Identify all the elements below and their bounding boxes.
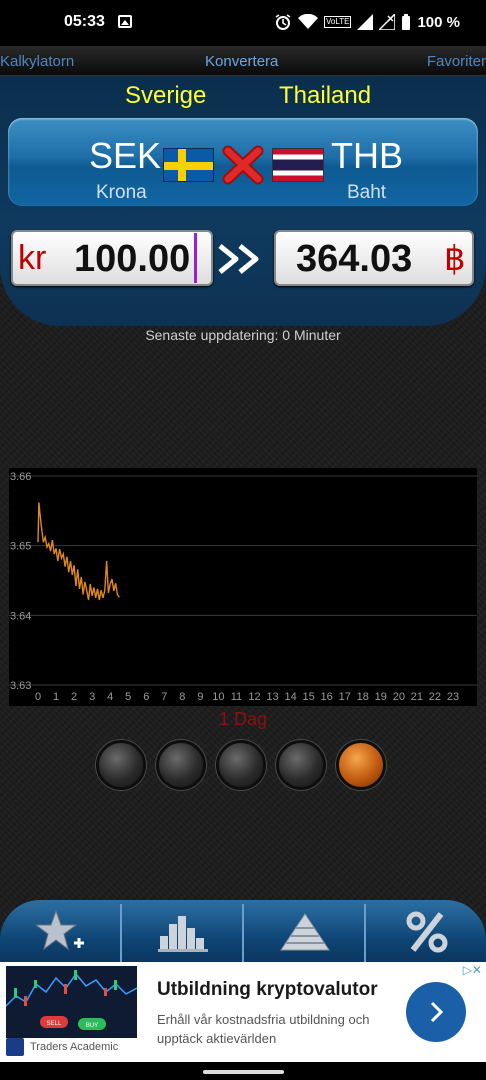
- ad-open-button[interactable]: [406, 982, 466, 1042]
- to-currency-symbol: ฿: [444, 240, 466, 278]
- period-button-5[interactable]: [336, 740, 386, 790]
- to-currency-name: Baht: [347, 182, 387, 203]
- x-tick-label: 7: [161, 691, 167, 703]
- rate-chart[interactable]: 3.66 3.65 3.64 3.63 0 1 2 3 4 5 6 7 8 9 10 11 12 13 14 15 16…: [9, 468, 477, 706]
- from-currency-symbol: kr: [18, 239, 47, 277]
- result-value: 364.03: [296, 238, 413, 280]
- sweden-flag-icon[interactable]: [163, 148, 214, 182]
- x-tick-label: 22: [429, 691, 441, 703]
- ad-choices-icon[interactable]: ▷✕: [463, 963, 482, 977]
- period-button-4[interactable]: [276, 740, 326, 790]
- to-country[interactable]: Thailand: [279, 82, 371, 110]
- system-nav-bar: [0, 1062, 486, 1080]
- y-tick-label: 3.65: [10, 541, 31, 553]
- gallery-notification-icon: [118, 15, 132, 28]
- thailand-flag-icon[interactable]: [272, 148, 324, 182]
- text-cursor: [194, 233, 197, 283]
- x-tick-label: 10: [212, 691, 224, 703]
- add-favorite-button[interactable]: [0, 900, 121, 964]
- x-tick-label: 16: [321, 691, 333, 703]
- y-tick-label: 3.66: [10, 471, 31, 483]
- x-tick-label: 4: [107, 691, 113, 703]
- chevron-right-icon: [430, 1001, 444, 1023]
- bar-chart-icon: [157, 916, 208, 952]
- x-tick-label: 6: [143, 691, 149, 703]
- from-currency-code[interactable]: SEK: [89, 135, 161, 177]
- x-tick-label: 0: [35, 691, 41, 703]
- x-tick-label: 14: [284, 691, 296, 703]
- x-tick-label: 18: [357, 691, 369, 703]
- ad-buy-label: BUY: [86, 1023, 98, 1029]
- x-tick-label: 20: [393, 691, 405, 703]
- pyramid-icon: [279, 913, 330, 951]
- x-tick-label: 15: [303, 691, 315, 703]
- x-tick-label: 17: [339, 691, 351, 703]
- ad-brand-name[interactable]: Traders Academic: [30, 1041, 118, 1053]
- period-button-3[interactable]: [216, 740, 266, 790]
- last-update-text: Senaste uppdatering: 0 Minuter: [145, 327, 341, 343]
- y-tick-label: 3.64: [10, 610, 31, 622]
- status-bar: 05:33 VoLTE 100 %: [0, 0, 486, 46]
- x-tick-label: 2: [71, 691, 77, 703]
- y-tick-label: 3.63: [10, 680, 31, 692]
- rate-chart-svg: 3.663.653.643.630 1 2 3 4 5 6 7 8 9 10 11 12 13 14 15 16…: [9, 468, 477, 706]
- x-tick-label: 23: [447, 691, 459, 703]
- signal-off-icon: [379, 14, 396, 30]
- status-icons: VoLTE 100 %: [274, 13, 460, 31]
- x-tick-label: 9: [197, 691, 203, 703]
- battery-percent: 100 %: [417, 13, 460, 31]
- x-tick-label: 21: [411, 691, 423, 703]
- ad-image[interactable]: SELL BUY: [6, 966, 137, 1038]
- x-tick-label: 12: [248, 691, 260, 703]
- x-tick-label: 19: [375, 691, 387, 703]
- volte-icon: VoLTE: [324, 16, 352, 28]
- x-tick-label: 11: [231, 691, 242, 703]
- from-country[interactable]: Sverige: [125, 82, 206, 110]
- swap-currencies-icon[interactable]: [222, 145, 264, 185]
- status-time: 05:33: [64, 13, 105, 30]
- top-tab-bar: Kalkylatorn Konvertera Favoriter: [0, 46, 486, 76]
- x-tick-label: 8: [179, 691, 185, 703]
- bottom-toolbar: [0, 900, 486, 964]
- home-gesture-handle[interactable]: [203, 1070, 284, 1074]
- tab-konvertera[interactable]: Konvertera: [205, 53, 278, 70]
- ad-title[interactable]: Utbildning kryptovalutor: [157, 979, 378, 1001]
- tab-favoriter[interactable]: Favoriter: [427, 53, 486, 70]
- ad-banner[interactable]: SELL BUY Traders Academic Utbildning kry…: [0, 962, 486, 1062]
- ad-sell-label: SELL: [47, 1021, 62, 1027]
- to-currency-code[interactable]: THB: [331, 135, 403, 177]
- alarm-icon: [275, 14, 291, 30]
- wifi-icon: [298, 14, 319, 29]
- amount-value[interactable]: 100.00: [74, 238, 190, 281]
- ad-candlestick-image: SELL BUY: [6, 970, 137, 1030]
- chart-button[interactable]: [122, 900, 243, 964]
- double-arrow-icon: [218, 244, 259, 274]
- tab-kalkylatorn[interactable]: Kalkylatorn: [0, 53, 74, 70]
- battery-icon: [402, 14, 411, 30]
- star-plus-icon: [35, 909, 84, 951]
- period-selector: [96, 740, 386, 790]
- period-button-2[interactable]: [156, 740, 206, 790]
- ad-brand-logo: [6, 1038, 24, 1056]
- percent-icon: [406, 911, 447, 953]
- percent-button[interactable]: [366, 900, 486, 964]
- ad-description[interactable]: Erhåll vår kostnadsfria utbildning och u…: [157, 1010, 387, 1048]
- x-tick-label: 5: [125, 691, 131, 703]
- from-currency-name: Krona: [96, 182, 147, 203]
- x-tick-label: 3: [89, 691, 95, 703]
- period-label: 1 Dag: [218, 709, 268, 729]
- x-tick-label: 1: [53, 691, 59, 703]
- x-tick-label: 13: [266, 691, 278, 703]
- period-button-1[interactable]: [96, 740, 146, 790]
- pyramid-button[interactable]: [244, 900, 365, 964]
- signal-icon: [357, 14, 374, 30]
